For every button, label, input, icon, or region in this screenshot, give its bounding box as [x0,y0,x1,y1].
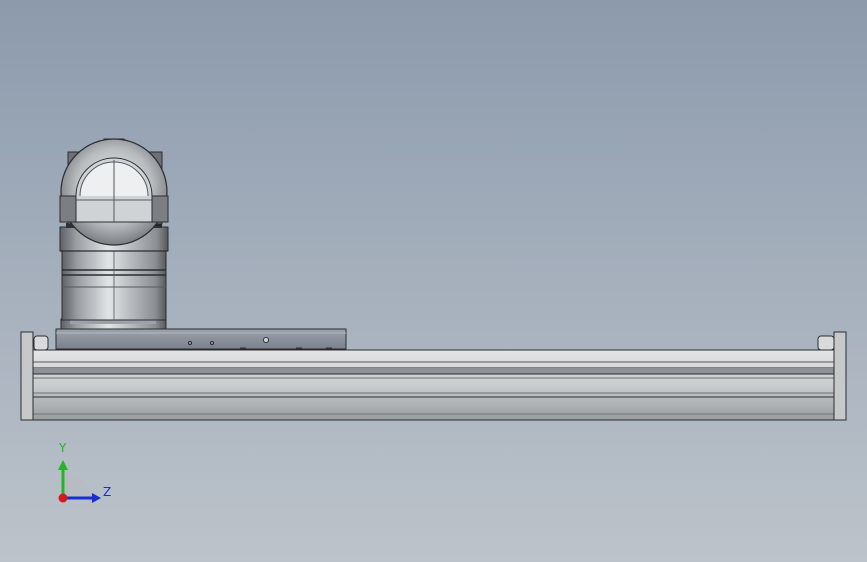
carriage-plate[interactable] [55,328,347,350]
coordinate-triad[interactable] [58,460,101,503]
motor-dome[interactable] [59,138,169,246]
x-axis-origin [58,493,68,503]
triad-y-label: Y [59,441,67,455]
triad-quadrant [63,471,93,498]
y-axis-arrowhead [58,460,68,470]
grease-fitting [262,336,269,343]
z-axis-arrowhead [92,493,101,503]
linear-rail-base[interactable] [21,349,847,421]
cad-viewport[interactable]: Y Z [0,0,867,562]
model-scene[interactable] [0,0,867,562]
triad-z-label: Z [103,485,112,499]
